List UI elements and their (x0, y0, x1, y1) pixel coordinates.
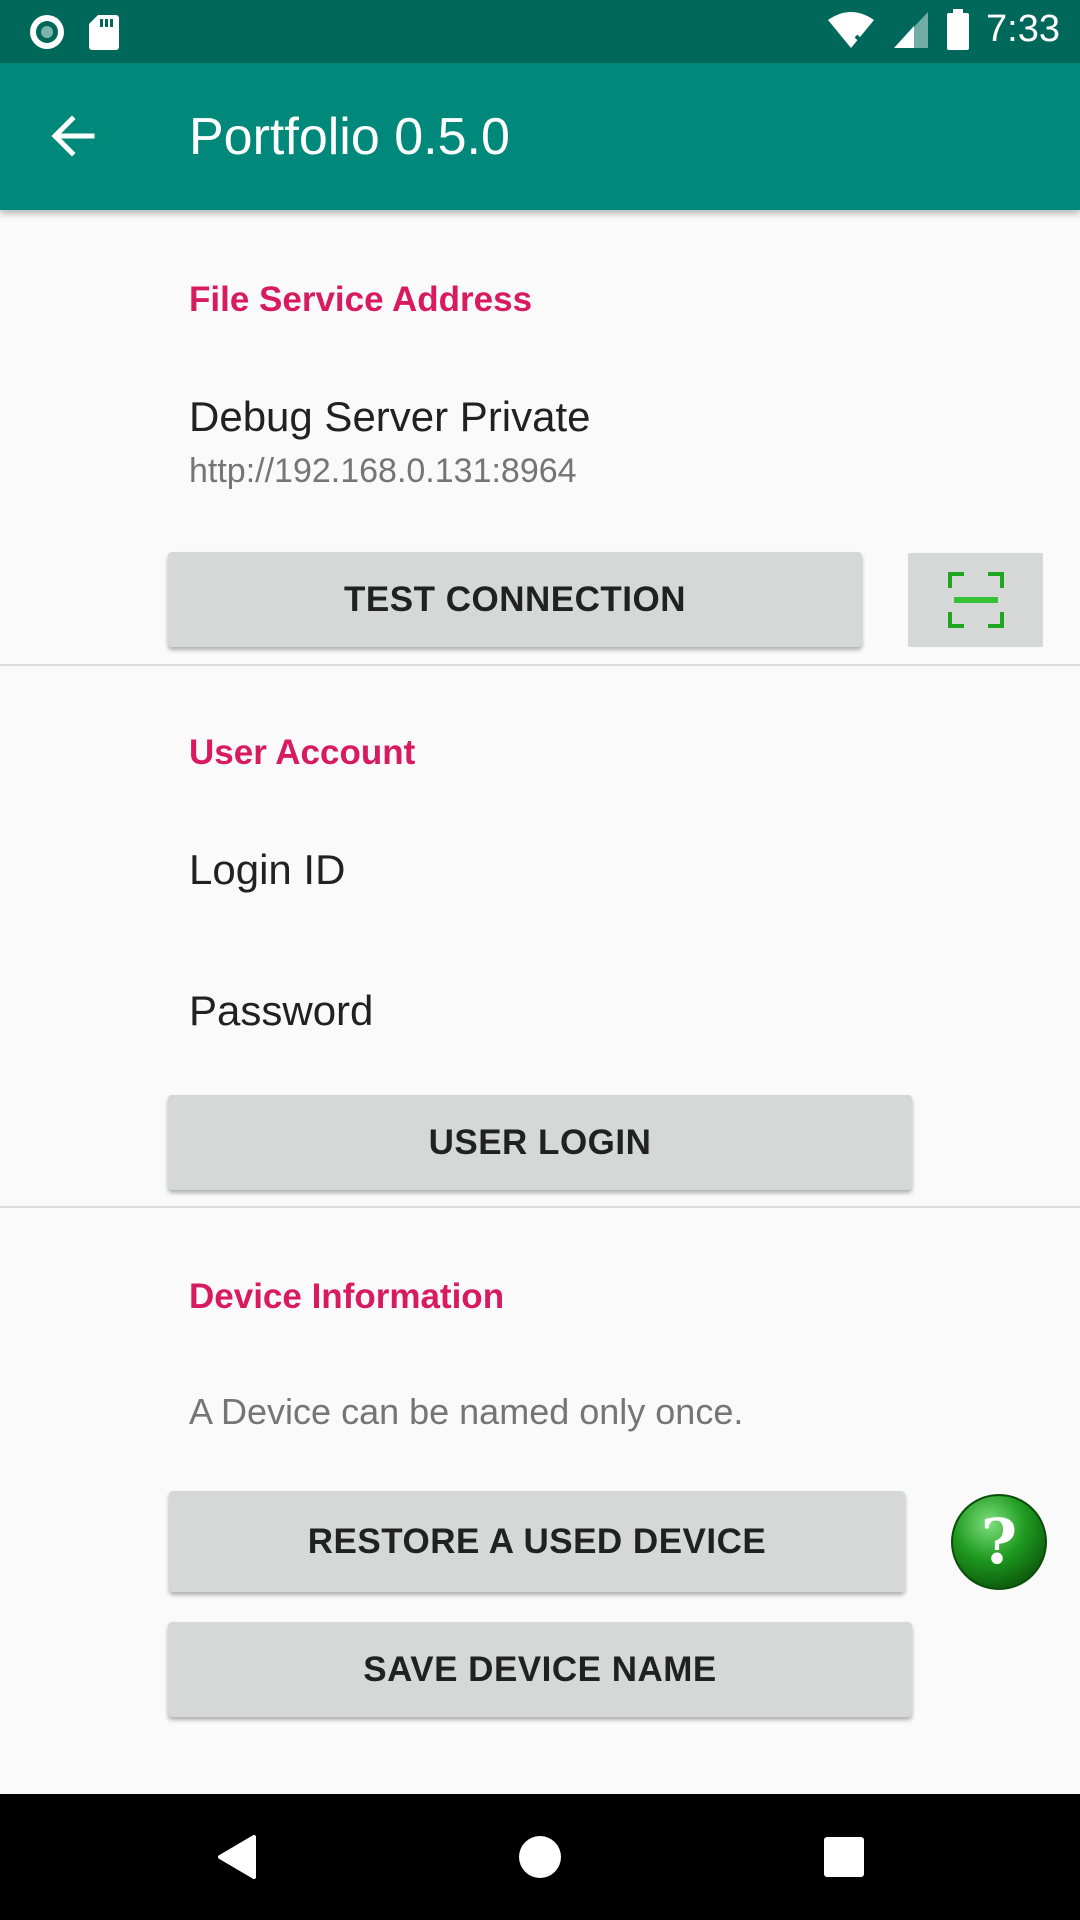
record-icon (30, 15, 64, 49)
section-title-device-info: Device Information (189, 1277, 505, 1316)
section-title-file-service: File Service Address (189, 280, 533, 319)
scan-button[interactable] (908, 553, 1043, 647)
status-bar: 7:33 (0, 0, 1080, 63)
app-bar: Portfolio 0.5.0 (0, 63, 1080, 210)
signal-icon (894, 11, 929, 48)
test-connection-button[interactable]: TEST CONNECTION (168, 552, 862, 647)
server-address: http://192.168.0.131:8964 (189, 452, 577, 490)
nav-home-button[interactable] (501, 1818, 579, 1896)
device-name-note: A Device can be named only once. (189, 1391, 744, 1432)
status-time: 7:33 (986, 8, 1060, 50)
restore-device-button[interactable]: RESTORE A USED DEVICE (169, 1491, 905, 1592)
divider (0, 664, 1080, 666)
divider (0, 1206, 1080, 1208)
recents-square-icon (824, 1837, 864, 1877)
login-id-field[interactable]: Login ID (189, 846, 345, 894)
home-circle-icon (519, 1836, 561, 1878)
back-triangle-icon (218, 1835, 256, 1879)
navigation-bar (0, 1794, 1080, 1920)
battery-icon (947, 8, 970, 50)
nav-back-button[interactable] (197, 1818, 275, 1896)
help-button[interactable]: ? (950, 1493, 1048, 1591)
sd-card-icon (89, 15, 119, 50)
back-button[interactable] (40, 103, 106, 169)
status-left-icons (28, 13, 120, 51)
svg-text:?: ? (981, 1505, 1017, 1578)
server-name[interactable]: Debug Server Private (189, 393, 591, 441)
save-device-name-button[interactable]: SAVE DEVICE NAME (168, 1622, 912, 1717)
user-login-button[interactable]: USER LOGIN (168, 1095, 912, 1190)
wifi-icon (828, 11, 875, 48)
app-title: Portfolio 0.5.0 (189, 108, 510, 166)
arrow-back-icon (51, 115, 95, 157)
status-right-icons: 7:33 (826, 8, 1060, 51)
qr-scan-icon (947, 572, 1004, 628)
section-title-user-account: User Account (189, 733, 416, 772)
help-question-icon: ? (951, 1494, 1047, 1590)
nav-recents-button[interactable] (805, 1818, 883, 1896)
password-field[interactable]: Password (189, 987, 373, 1035)
